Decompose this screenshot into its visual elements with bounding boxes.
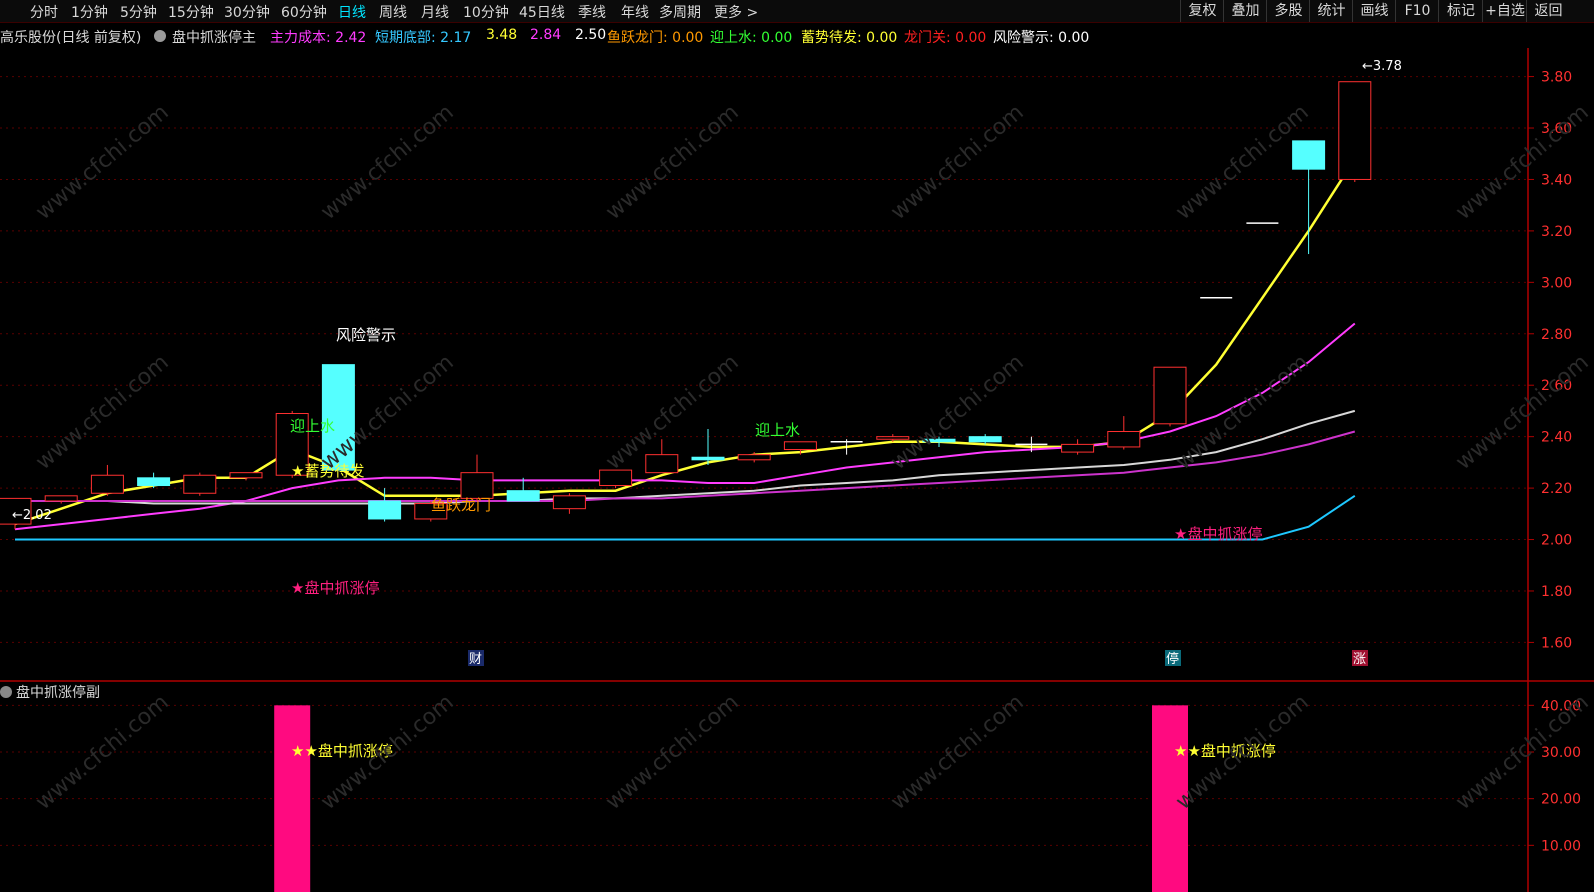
period-tab-0[interactable]: 分时: [30, 2, 58, 22]
halt-marker[interactable]: 停: [1166, 651, 1179, 667]
indicator-value-6: 迎上水: 0.00: [710, 30, 793, 46]
indicator-value-2: 3.48: [486, 27, 518, 43]
candle-body[interactable]: [1061, 443, 1095, 453]
candle-body[interactable]: [90, 474, 124, 494]
price-chart[interactable]: 3.80 3.60 3.40 3.20 3.00 2.80 2.60 2.40 2.20 2.00…: [0, 48, 1594, 682]
indicator-value-7: 蓄势待发: 0.00: [801, 30, 898, 46]
y-tick-label: 1.80: [1541, 584, 1572, 600]
period-tab-10[interactable]: 45日线: [519, 2, 565, 22]
period-tab-7[interactable]: 周线: [379, 2, 407, 22]
indicator-dropdown-icon[interactable]: [154, 30, 166, 42]
toolbar-button-5[interactable]: F10: [1395, 0, 1439, 22]
toolbar-button-3[interactable]: 统计: [1309, 0, 1353, 22]
candle-body[interactable]: [968, 436, 1002, 443]
toolbar-button-0[interactable]: 复权: [1180, 0, 1224, 22]
indicator-line-4: [15, 494, 1356, 541]
toolbar-button-1[interactable]: 叠加: [1223, 0, 1267, 22]
indicator-value-0: 主力成本: 2.42: [270, 30, 367, 46]
candle-body[interactable]: [783, 441, 817, 451]
toolbar-button-6[interactable]: 标记: [1438, 0, 1483, 22]
annotation-limit-up: ★盘中抓涨停: [1174, 525, 1262, 543]
y-tick-label: 3.20: [1541, 224, 1572, 240]
y-tick-label: 2.80: [1541, 327, 1572, 343]
sub-indicator-chart[interactable]: 40.00 30.00 20.00 10.00 ★★盘中抓涨停 ★★盘中抓涨停: [0, 682, 1594, 892]
candle-body[interactable]: [460, 472, 494, 499]
period-tab-12[interactable]: 年线: [621, 2, 649, 22]
sub-y-tick-label: 20.00: [1541, 792, 1581, 808]
stock-title: 高乐股份(日线 前复权): [0, 30, 142, 46]
low-price-marker: ←2.02: [12, 508, 52, 523]
finance-marker[interactable]: 财: [469, 652, 482, 667]
annotation-accumulate: ★蓄势待发: [291, 462, 364, 480]
period-toolbar: 分时 1分钟 5分钟 15分钟 30分钟 60分钟 日线 周线 月线 10分钟 45日线 季线 年线 多周…: [0, 0, 1594, 23]
candle-body[interactable]: [229, 472, 263, 479]
indicator-value-5: 鱼跃龙门: 0.00: [607, 30, 704, 46]
toolbar-button-7[interactable]: +自选: [1482, 0, 1527, 22]
sub-signal-label: ★★盘中抓涨停: [291, 742, 393, 760]
candle-body[interactable]: [506, 490, 540, 502]
period-tab-5[interactable]: 60分钟: [281, 2, 327, 22]
candle-body[interactable]: [599, 469, 633, 487]
candle-body[interactable]: [1107, 431, 1141, 448]
candle-body[interactable]: [552, 495, 586, 510]
toolbar-button-4[interactable]: 画线: [1352, 0, 1396, 22]
y-tick-label: 2.20: [1541, 481, 1572, 497]
high-price-marker: ←3.78: [1362, 59, 1402, 74]
period-tab-14[interactable]: 更多 >: [714, 2, 758, 22]
candle-body[interactable]: [1153, 366, 1187, 425]
toolbar-button-8[interactable]: 返回: [1526, 0, 1570, 22]
indicator-name: 盘中抓涨停主: [172, 30, 256, 46]
indicator-value-4: 2.50: [575, 27, 607, 43]
y-tick-label: 2.60: [1541, 378, 1572, 394]
indicator-value-3: 2.84: [530, 27, 562, 43]
signal-bar[interactable]: [274, 705, 311, 892]
period-tab-6[interactable]: 日线: [338, 2, 366, 22]
toolbar-button-2[interactable]: 多股: [1266, 0, 1310, 22]
candle-body[interactable]: [137, 477, 171, 487]
candle-body[interactable]: [645, 454, 679, 474]
candle-body[interactable]: [737, 454, 771, 461]
candle-body[interactable]: [183, 474, 217, 494]
annotation-fish-jump: 鱼跃龙门: [431, 496, 491, 514]
period-tab-2[interactable]: 5分钟: [120, 2, 157, 22]
annotation-up-water: 迎上水: [290, 417, 335, 435]
period-tab-8[interactable]: 月线: [421, 2, 449, 22]
y-tick-label: 2.00: [1541, 533, 1572, 549]
y-tick-label: 3.60: [1541, 121, 1572, 137]
rise-marker[interactable]: 涨: [1353, 652, 1366, 667]
y-tick-label: 3.00: [1541, 275, 1572, 291]
sub-y-tick-label: 10.00: [1541, 838, 1581, 854]
period-tab-13[interactable]: 多周期: [659, 2, 701, 22]
indicator-info-bar: 高乐股份(日线 前复权) 盘中抓涨停主 主力成本: 2.42 短期底部: 2.17 3.…: [0, 24, 1500, 48]
y-tick-label: 3.40: [1541, 172, 1572, 188]
annotation-risk: 风险警示: [336, 326, 396, 344]
indicator-value-1: 短期底部: 2.17: [375, 30, 472, 46]
period-tab-1[interactable]: 1分钟: [71, 2, 108, 22]
y-tick-label: 1.60: [1541, 635, 1572, 651]
indicator-value-9: 风险警示: 0.00: [993, 30, 1090, 46]
sub-y-tick-label: 40.00: [1541, 698, 1581, 714]
signal-bar[interactable]: [1152, 705, 1188, 892]
y-tick-label: 2.40: [1541, 430, 1572, 446]
indicator-line-1: [14, 322, 1356, 531]
period-tab-9[interactable]: 10分钟: [463, 2, 509, 22]
annotation-limit-up: ★盘中抓涨停: [291, 579, 379, 597]
sub-y-tick-label: 30.00: [1541, 745, 1581, 761]
period-tab-3[interactable]: 15分钟: [168, 2, 214, 22]
sub-signal-label: ★★盘中抓涨停: [1174, 742, 1276, 760]
period-tab-11[interactable]: 季线: [578, 2, 606, 22]
y-tick-label: 3.80: [1541, 70, 1572, 86]
candle-body[interactable]: [876, 436, 910, 440]
candle-body[interactable]: [922, 438, 956, 443]
candle-body[interactable]: [368, 500, 402, 520]
indicator-value-8: 龙门关: 0.00: [904, 30, 987, 46]
candle-body[interactable]: [44, 495, 78, 502]
candle-body[interactable]: [691, 456, 725, 461]
candle-body[interactable]: [1338, 81, 1372, 180]
candle-body[interactable]: [1292, 140, 1326, 170]
period-tab-4[interactable]: 30分钟: [224, 2, 270, 22]
annotation-up-water: 迎上水: [755, 421, 800, 439]
